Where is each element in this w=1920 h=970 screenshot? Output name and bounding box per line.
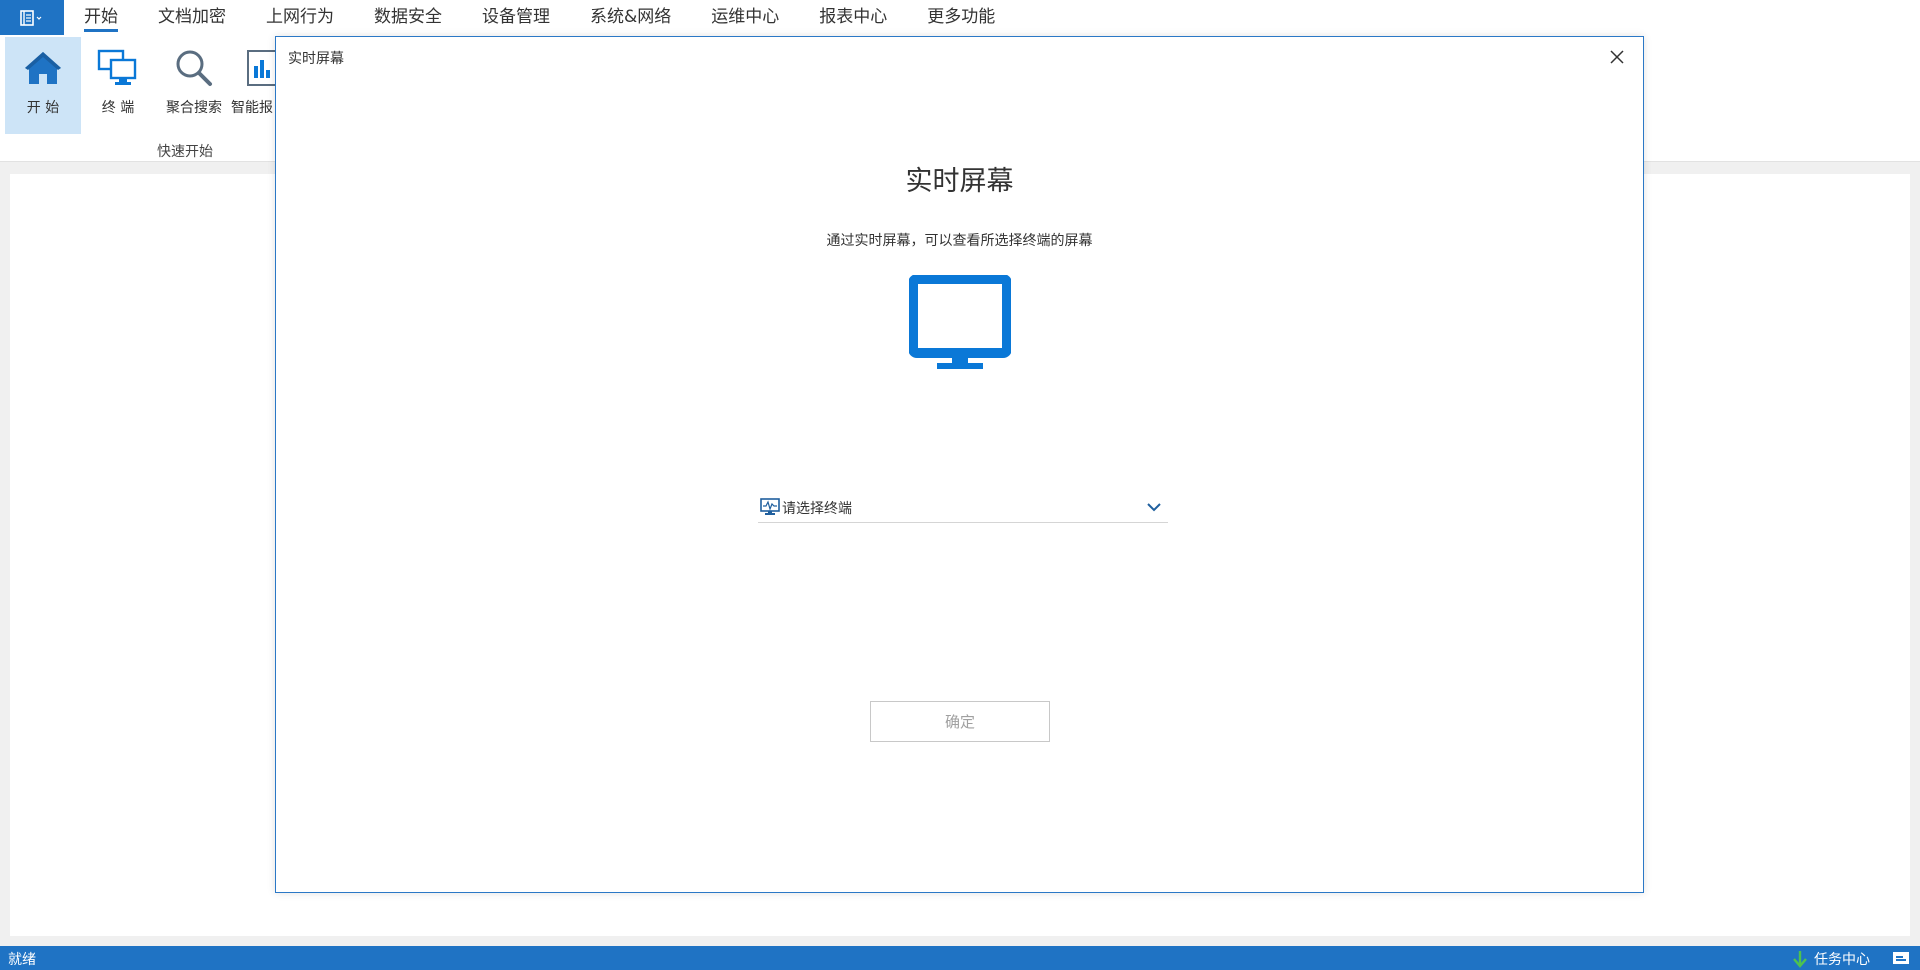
tab-more-features[interactable]: 更多功能	[927, 0, 995, 35]
search-icon	[176, 50, 212, 86]
app-menu-button[interactable]	[0, 0, 64, 35]
status-text: 就绪	[8, 952, 36, 968]
app-menu-icon	[20, 9, 42, 26]
dialog-description: 通过实时屏幕，可以查看所选择终端的屏幕	[826, 233, 1093, 249]
terminal-select[interactable]: 请选择终端	[758, 493, 1168, 523]
menu-tabs: 开始 文档加密 上网行为 数据安全 设备管理 系统&网络 运维中心 报表中心 更…	[70, 0, 995, 35]
tab-start[interactable]: 开始	[84, 0, 118, 35]
download-arrow-icon	[1793, 951, 1807, 968]
task-center-label: 任务中心	[1814, 952, 1870, 968]
task-center-button[interactable]: 任务中心	[1792, 949, 1870, 969]
ribbon-terminal-button[interactable]: 终 端	[88, 37, 148, 134]
message-icon[interactable]	[1892, 950, 1910, 969]
status-bar: 就绪 任务中心	[0, 946, 1920, 970]
ribbon-report-label: 智能报	[231, 100, 273, 116]
chevron-down-icon	[1147, 503, 1161, 512]
tab-device-management[interactable]: 设备管理	[482, 0, 550, 35]
report-icon	[247, 50, 276, 86]
tab-data-security[interactable]: 数据安全	[374, 0, 442, 35]
terminal-icon	[97, 49, 137, 85]
close-button[interactable]	[1605, 45, 1629, 69]
ribbon-group-label: 快速开始	[157, 144, 213, 160]
ribbon-terminal-label: 终 端	[101, 100, 135, 116]
ok-button[interactable]: 确定	[870, 701, 1050, 742]
ribbon-search-button[interactable]: 聚合搜索	[156, 37, 232, 134]
live-screen-dialog: 实时屏幕 实时屏幕 通过实时屏幕，可以查看所选择终端的屏幕 请选择终端 确定	[275, 36, 1644, 893]
ribbon-search-label: 聚合搜索	[166, 100, 222, 116]
tab-internet-behavior[interactable]: 上网行为	[266, 0, 334, 35]
tab-system-network[interactable]: 系统&网络	[590, 0, 671, 35]
menu-bar: 开始 文档加密 上网行为 数据安全 设备管理 系统&网络 运维中心 报表中心 更…	[0, 0, 1920, 35]
ribbon-start-button[interactable]: 开 始	[5, 37, 81, 134]
monitor-icon	[908, 274, 1012, 375]
tab-doc-encryption[interactable]: 文档加密	[158, 0, 226, 35]
terminal-select-placeholder: 请选择终端	[782, 501, 852, 517]
ribbon-report-button[interactable]: 智能报	[228, 37, 276, 134]
terminal-monitor-icon	[760, 498, 780, 515]
tab-report-center[interactable]: 报表中心	[819, 0, 887, 35]
home-icon	[25, 52, 61, 84]
ribbon-start-label: 开 始	[26, 100, 60, 116]
dialog-title: 实时屏幕	[288, 51, 344, 67]
dialog-heading: 实时屏幕	[905, 166, 1014, 197]
tab-ops-center[interactable]: 运维中心	[711, 0, 779, 35]
close-icon	[1610, 50, 1624, 64]
